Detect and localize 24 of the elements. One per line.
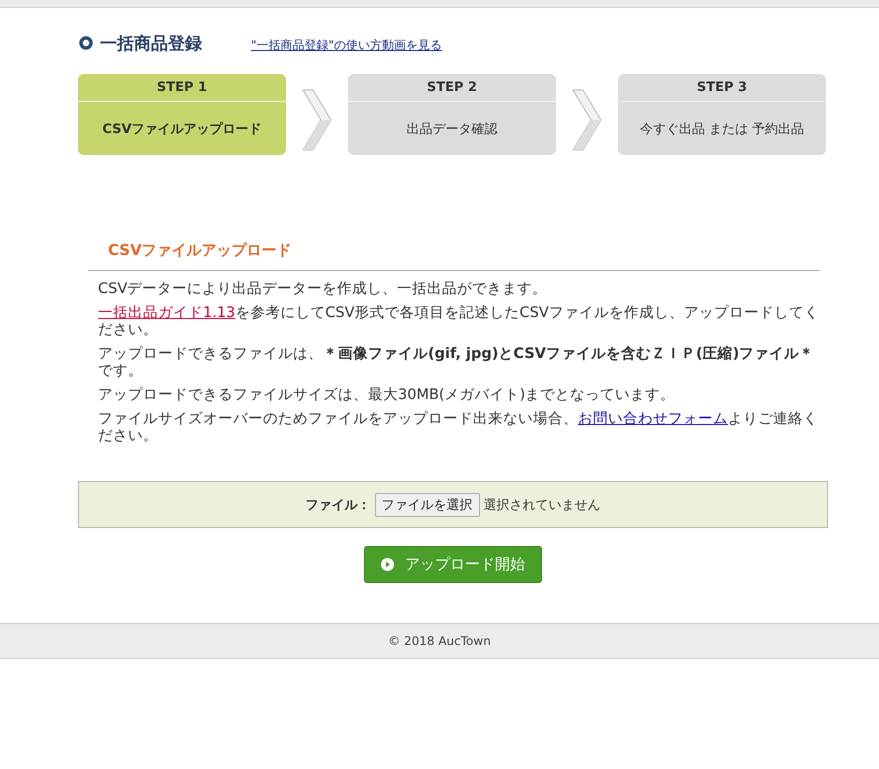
step-name: 出品データ確認 (406, 120, 498, 138)
file-status: 選択されていません (484, 496, 600, 514)
section-heading: CSVファイルアップロード (88, 241, 820, 271)
copyright-text: © 2018 AucTown (388, 634, 491, 648)
file-label: ファイル： (306, 496, 370, 514)
choose-file-button[interactable]: ファイルを選択 (374, 492, 480, 516)
step-name: 今すぐ出品 または 予約出品 (638, 120, 806, 138)
chevron-icon (571, 88, 603, 150)
chevron-icon (301, 88, 333, 150)
step-number: STEP 3 (618, 74, 826, 102)
step-name: CSVファイルアップロード (101, 120, 263, 138)
ring-bullet-icon (79, 36, 93, 50)
paragraph: CSVデーターにより出品データーを作成し、一括出品ができます。 (98, 281, 548, 298)
text-link[interactable]: 一括出品ガイド1.13 (98, 305, 236, 321)
paragraph: 一括出品ガイド1.13 を参考にしてCSV形式で各項目を記述したCSVファイルを作成し、アップロードしてください。 (98, 305, 820, 339)
video-link[interactable]: "一括商品登録"の使い方動画を見る (251, 37, 442, 54)
play-icon (381, 558, 394, 571)
paragraph: ファイルサイズオーバーのためファイルをアップロード出来ない場合、お問い合わせフォーム よりご連絡ください。 (98, 411, 819, 445)
paragraph: アップロードできるファイルは、＊画像ファイル(gif, jpg)とCSVファイルを含むＺＩＰ(圧縮)ファイル＊です。 (98, 346, 816, 380)
text-link[interactable]: お問い合わせフォーム (578, 411, 728, 427)
step-number: STEP 1 (78, 74, 286, 102)
step-number: STEP 2 (348, 74, 556, 102)
paragraph: アップロードできるファイルサイズは、最大30MB(メガバイト)までとなっています。 (98, 387, 676, 404)
page-title: 一括商品登録 (100, 32, 202, 54)
